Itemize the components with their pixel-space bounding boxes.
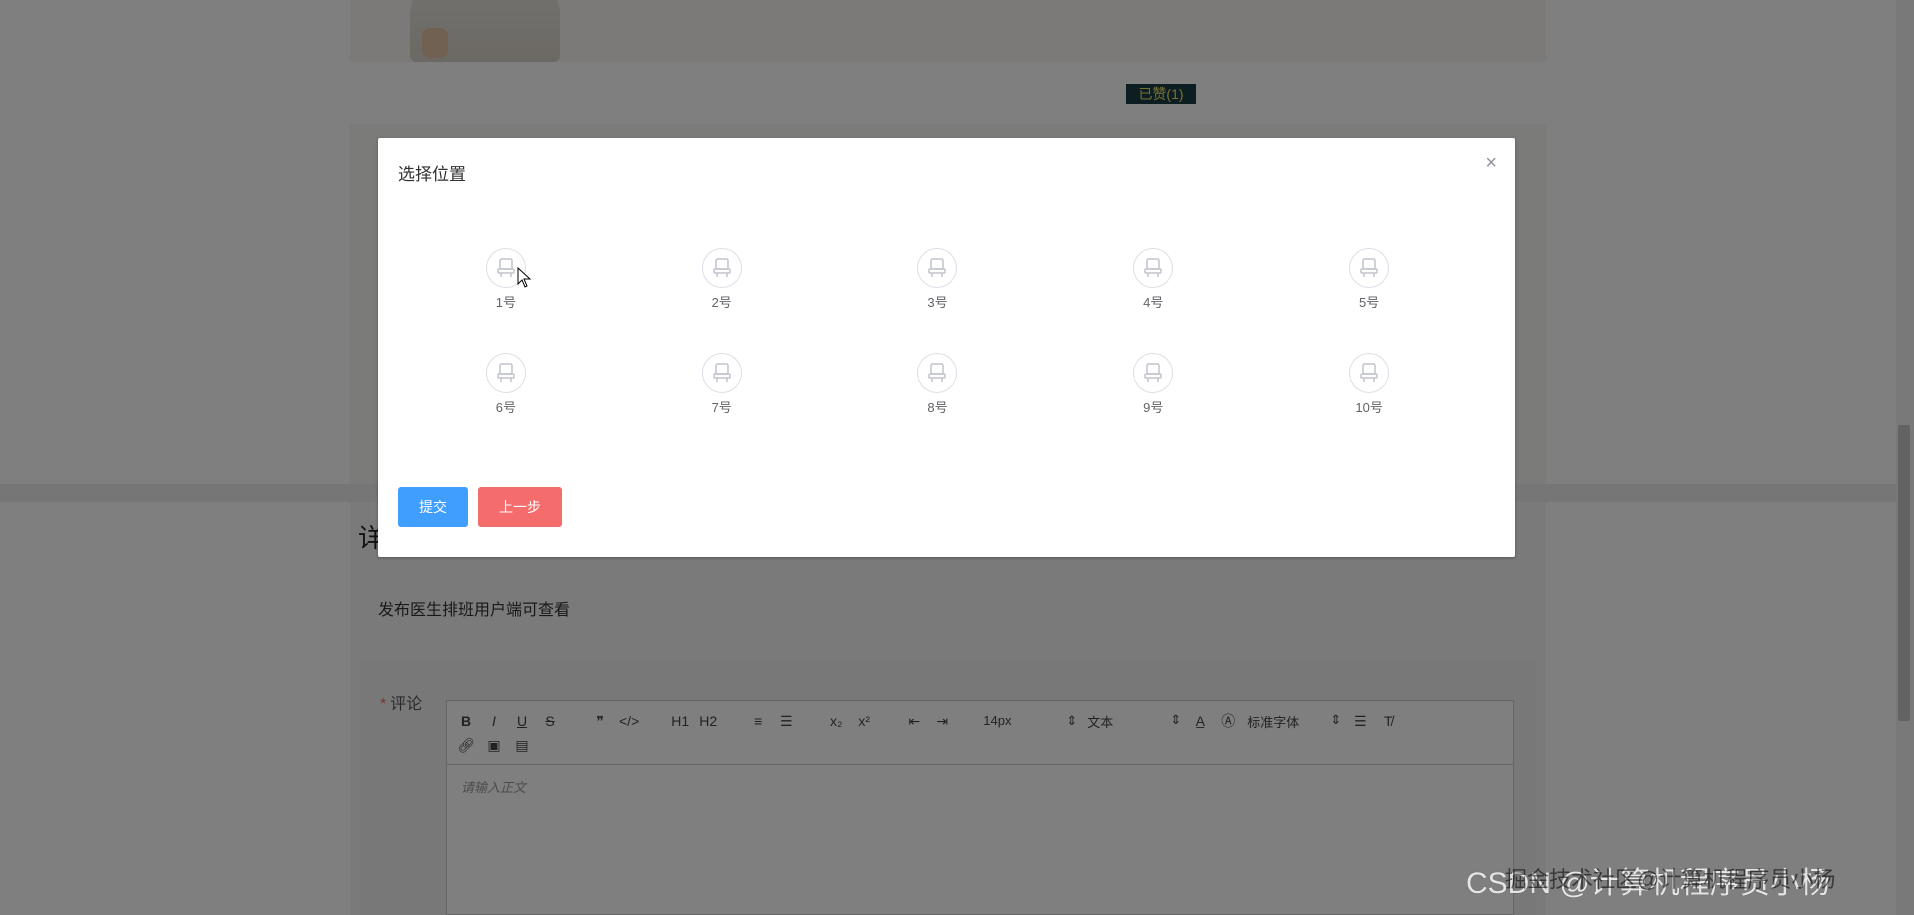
seat-option[interactable]: 8号: [907, 353, 967, 416]
seat-label: 5号: [1358, 295, 1380, 310]
seat-option[interactable]: 6号: [476, 353, 536, 416]
seat-icon: [917, 248, 958, 288]
seat-icon: [1133, 353, 1174, 393]
seat-label: 10号: [1355, 400, 1383, 415]
dialog-footer: 提交 上一步: [398, 487, 562, 527]
seat-icon: [1349, 248, 1390, 288]
seat-icon: [701, 248, 742, 288]
seat-label: 1号: [495, 295, 516, 310]
seat-icon: [701, 353, 742, 393]
seat-grid: 1号 2号 3号 4号 5号 6号 7号 8号 9号 10号: [398, 248, 1477, 416]
watermark-overlay: 掘金技术社区@计算机程序员小杨: [1505, 867, 1836, 892]
seat-icon: [1349, 353, 1390, 393]
seat-option[interactable]: 3号: [907, 248, 967, 311]
dialog-title: 选择位置: [398, 165, 466, 184]
seat-label: 4号: [1143, 295, 1164, 310]
seat-label: 2号: [711, 295, 732, 310]
previous-step-button[interactable]: 上一步: [478, 487, 562, 527]
seat-icon: [485, 353, 526, 393]
seat-option[interactable]: 5号: [1339, 248, 1399, 311]
close-icon[interactable]: ×: [1485, 152, 1497, 175]
seat-icon: [1133, 248, 1174, 288]
seat-option[interactable]: 9号: [1123, 353, 1183, 416]
mouse-cursor-icon: [517, 267, 532, 288]
seat-label: 7号: [711, 400, 732, 415]
seat-label: 3号: [927, 295, 948, 310]
submit-button[interactable]: 提交: [398, 487, 468, 527]
seat-option[interactable]: 10号: [1339, 353, 1399, 416]
seat-option[interactable]: 2号: [692, 248, 752, 311]
seat-option[interactable]: 7号: [692, 353, 752, 416]
seat-icon: [917, 353, 958, 393]
seat-option[interactable]: 4号: [1123, 248, 1183, 311]
seat-label: 6号: [495, 400, 516, 415]
select-position-dialog: 选择位置 × 1号 2号 3号 4号 5号 6号 7号 8号 9号 10号 提交…: [378, 138, 1515, 557]
seat-label: 9号: [1143, 400, 1164, 415]
seat-label: 8号: [927, 400, 948, 415]
